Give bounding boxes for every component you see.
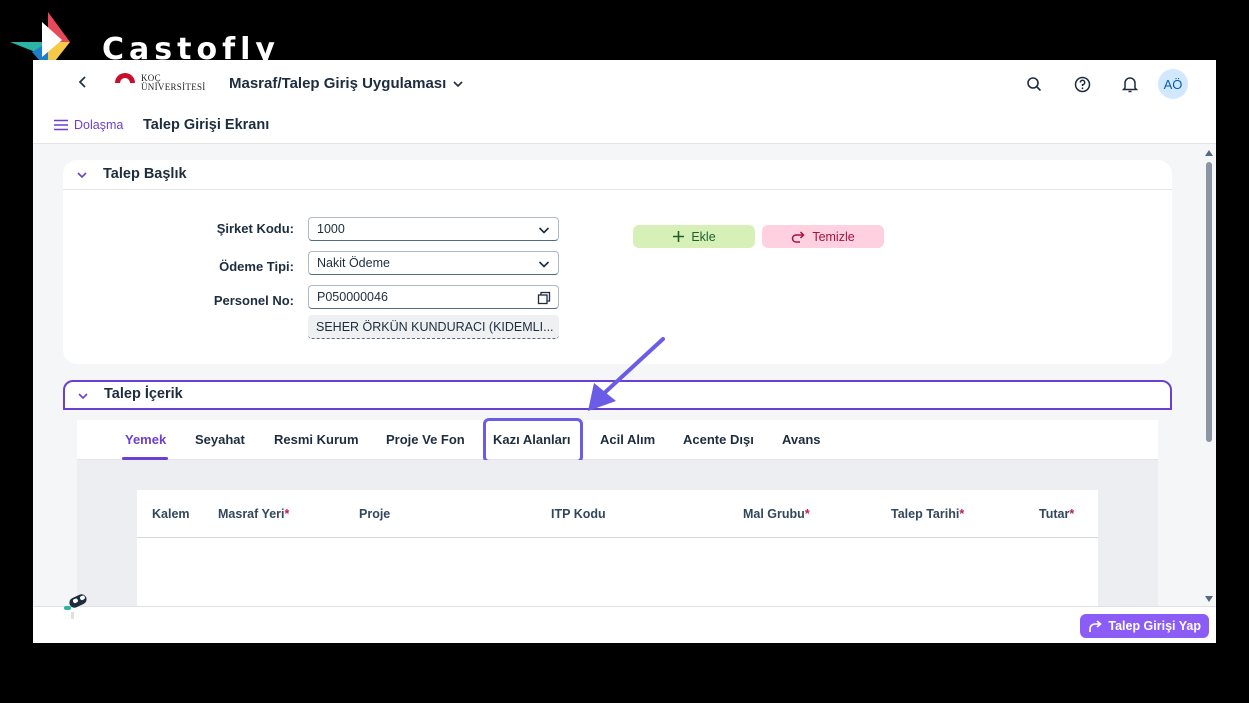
collapse-chevron-icon[interactable] [76,389,90,403]
koc-university-logo[interactable]: KOÇ ÜNİVERSİTESİ [113,72,206,94]
scroll-up-arrow-icon[interactable] [1205,150,1213,156]
koc-university-wordmark: KOÇ ÜNİVERSİTESİ [141,74,206,92]
user-avatar[interactable]: AÖ [1158,69,1188,99]
clear-button-label: Temizle [812,229,855,244]
tab-avans[interactable]: Avans [782,432,821,447]
payment-type-select[interactable]: Nakit Ödeme [308,251,559,275]
shell-bar: KOÇ ÜNİVERSİTESİ Masraf/Talep Giriş Uygu… [33,60,1216,108]
submit-request-button[interactable]: Talep Girişi Yap [1080,614,1209,638]
personnel-no-value: P050000046 [317,290,388,304]
column-header[interactable]: Proje [359,507,390,521]
company-code-value: 1000 [317,222,345,236]
submit-request-label: Talep Girişi Yap [1108,619,1201,633]
castofly-wordmark: Castofly [102,32,280,60]
tab-acente-disi[interactable]: Acente Dışı [683,432,754,447]
back-button[interactable] [77,74,89,95]
chevron-down-icon [538,261,550,268]
company-code-label: Şirket Kodu: [216,221,294,236]
help-icon [1074,76,1090,92]
hamburger-menu-icon [54,119,68,131]
add-button-label: Ekle [691,229,716,244]
company-code-select[interactable]: 1000 [308,217,559,241]
request-content-title: Talep İçerik [104,386,183,402]
column-header[interactable]: ITP Kodu [551,507,606,521]
clear-button[interactable]: Temizle [762,225,884,248]
request-header-title: Talep Başlık [103,166,187,182]
navigation-label: Dolaşma [74,118,124,132]
value-help-icon[interactable] [537,291,551,305]
plus-icon [673,231,685,242]
tab-proje-ve-fon[interactable]: Proje Ve Fon [386,432,465,447]
link-icon[interactable] [61,590,91,620]
annotation-arrow-icon [588,337,665,411]
search-button[interactable] [1010,68,1058,100]
add-button[interactable]: Ekle [633,225,755,248]
tab-seyahat[interactable]: Seyahat [195,432,245,447]
vertical-scrollbar[interactable] [1203,146,1215,606]
request-header-panel-header[interactable]: Talep Başlık [63,160,1172,190]
scroll-thumb[interactable] [1206,162,1212,442]
logo-line-2: ÜNİVERSİTESİ [141,82,206,92]
bell-icon [1122,76,1138,92]
koc-university-emblem-icon [115,73,135,94]
help-button[interactable] [1058,68,1106,100]
redo-arrow-icon [792,231,805,243]
table-header-row: Kalem Masraf Yeri* Proje ITP Kodu Mal Gr… [137,490,1098,538]
search-icon [1027,77,1042,92]
chevron-down-icon [453,80,463,87]
tab-resmi-kurum[interactable]: Resmi Kurum [274,432,359,447]
payment-type-label: Ödeme Tipi: [219,259,294,274]
page-title: Talep Girişi Ekranı [143,117,270,133]
personnel-no-label: Personel No: [213,293,294,308]
column-header[interactable]: Talep Tarihi* [891,507,964,521]
sub-header: Dolaşma Talep Girişi Ekranı [33,108,1216,144]
payment-type-value: Nakit Ödeme [317,256,390,270]
personnel-name-display: SEHER ÖRKÜN KUNDURACI (KIDEMLI... [308,315,559,339]
tab-acil-alim[interactable]: Acil Alım [600,432,655,447]
personnel-no-input[interactable]: P050000046 [308,285,559,309]
column-header[interactable]: Masraf Yeri* [218,507,289,521]
request-header-panel: Talep Başlık Şirket Kodu: 1000 Ödeme Tip… [63,160,1172,364]
navigation-button[interactable]: Dolaşma [53,118,123,132]
notifications-button[interactable] [1106,68,1154,100]
expense-type-tabs: Yemek Seyahat Resmi Kurum Proje Ve Fon K… [77,420,1158,460]
screen: Castofly KOÇ ÜNİVERSİTESİ Masraf/Talep G… [0,0,1249,703]
tab-highlight-box [483,418,583,463]
column-header[interactable]: Tutar* [1039,507,1074,521]
back-icon [78,76,86,88]
app-title-menu[interactable]: Masraf/Talep Giriş Uygulaması [229,75,464,92]
app-title: Masraf/Talep Giriş Uygulaması [229,75,447,92]
chevron-down-icon [538,227,550,234]
scroll-down-arrow-icon[interactable] [1205,596,1213,602]
footer-bar: Talep Girişi Yap [33,606,1216,643]
column-header[interactable]: Mal Grubu* [743,507,810,521]
share-arrow-icon [1089,619,1103,632]
collapse-chevron-icon[interactable] [75,168,89,182]
column-header[interactable]: Kalem [152,507,190,521]
tab-yemek[interactable]: Yemek [125,432,166,447]
shell-actions: AÖ [1010,68,1188,100]
